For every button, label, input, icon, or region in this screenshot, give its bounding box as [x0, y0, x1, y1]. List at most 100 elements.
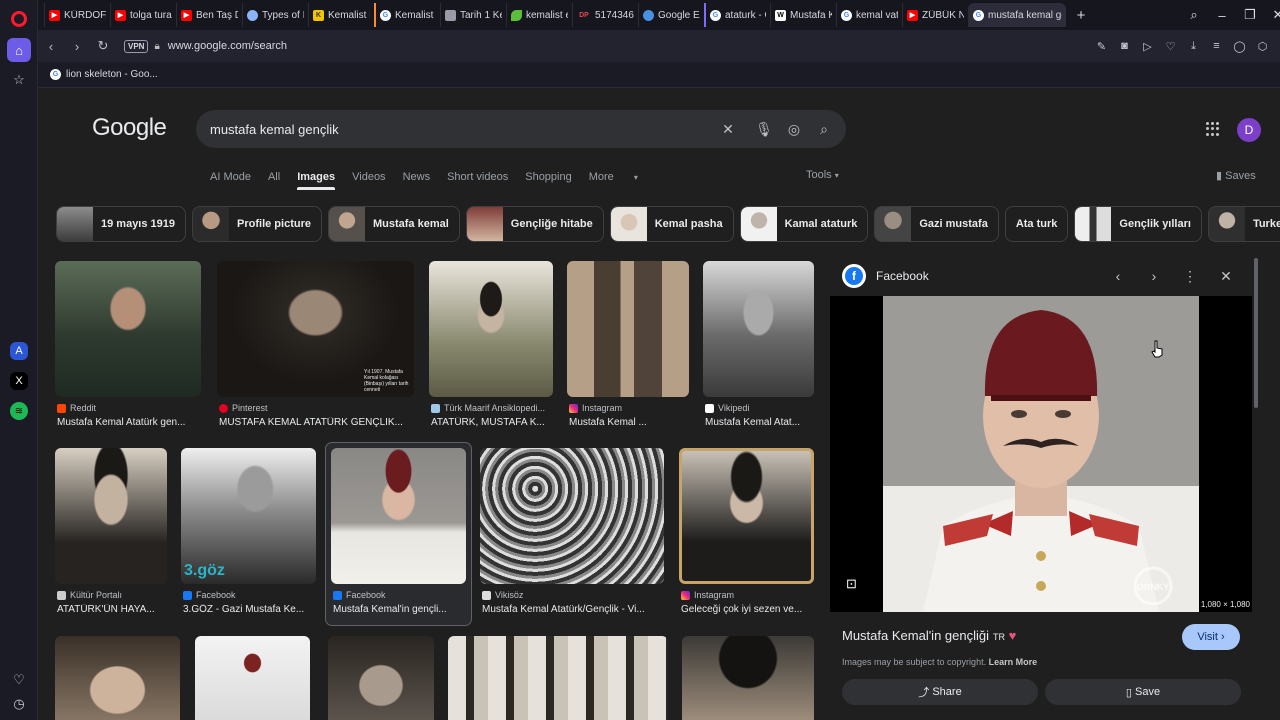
chip[interactable]: Kamal ataturk	[739, 206, 869, 242]
new-tab-icon[interactable]: +	[1070, 4, 1092, 26]
reload-icon[interactable]: ↻	[90, 33, 116, 59]
lock-icon[interactable]: 🔒︎	[154, 41, 159, 52]
image-result[interactable]	[55, 636, 180, 720]
browser-tab[interactable]: ▶KÜRDOFAŞ	[44, 3, 110, 27]
image-result[interactable]: Instagram Mustafa Kemal ...	[567, 261, 689, 433]
profile-icon[interactable]: ◯	[1228, 40, 1251, 53]
chip[interactable]: Turkey	[1207, 206, 1280, 242]
chip[interactable]: Gençliğe hitabe	[465, 206, 604, 242]
browser-tab-active[interactable]: Gmustafa kemal genç	[968, 3, 1066, 27]
minimize-icon[interactable]: –	[1208, 0, 1236, 30]
spotify-icon[interactable]: ≋	[10, 402, 28, 420]
tools-button[interactable]: Tools ▾	[806, 169, 839, 181]
chip[interactable]: Gazi mustafa	[874, 206, 999, 242]
maximize-icon[interactable]: ❐	[1236, 0, 1264, 30]
image-result[interactable]	[448, 636, 668, 720]
chip[interactable]: Mustafa kemal	[327, 206, 460, 242]
close-window-icon[interactable]: ✕	[1264, 0, 1280, 30]
back-icon[interactable]: ‹	[38, 33, 64, 59]
panel-title[interactable]: Mustafa Kemal'in gençliği TR ♥	[842, 628, 1016, 643]
browser-tab[interactable]: Google Ear	[638, 3, 704, 27]
edit-icon[interactable]: ✎	[1090, 40, 1113, 53]
send-icon[interactable]: ▷	[1136, 40, 1159, 53]
aria-icon[interactable]: A	[10, 342, 28, 360]
avatar[interactable]: D	[1237, 118, 1261, 142]
browser-tab[interactable]: Gataturk - G	[704, 3, 770, 27]
opera-logo-icon[interactable]	[11, 11, 27, 27]
saves-button[interactable]: ▮ Saves	[1216, 169, 1256, 182]
search-query[interactable]: mustafa kemal gençlik	[210, 122, 339, 137]
microphone-icon[interactable]: 🎙︎	[752, 110, 776, 148]
search-icon[interactable]: ⌕	[812, 110, 836, 148]
tab-ai-mode[interactable]: AI Mode	[210, 171, 251, 183]
browser-tab[interactable]: WMustafa Ke	[770, 3, 836, 27]
tab-videos[interactable]: Videos	[352, 171, 385, 183]
image-result[interactable]: Vikisöz Mustafa Kemal Atatürk/Gençlik - …	[480, 448, 664, 620]
menu-icon[interactable]: ≡	[1205, 40, 1228, 52]
browser-tab[interactable]: ▶Ben Taş De	[176, 3, 242, 27]
chip[interactable]: Profile picture	[192, 206, 322, 242]
image-result[interactable]: Instagram Geleceği çok iyi sezen ve...	[679, 448, 814, 620]
google-logo[interactable]: Google	[92, 114, 167, 142]
share-button[interactable]: ⤴ Share	[842, 679, 1038, 705]
learn-more-link[interactable]: Learn More	[989, 657, 1038, 667]
x-icon[interactable]: X	[10, 372, 28, 390]
tab-all[interactable]: All	[268, 171, 280, 183]
browser-tab[interactable]: GKemalist D	[374, 3, 440, 27]
image-result[interactable]: Yıl 1907. Mustafa Kemal kolağası (Binbaş…	[217, 261, 414, 433]
lens-icon[interactable]: ⊡	[846, 576, 864, 594]
vpn-badge[interactable]: VPN	[124, 39, 149, 53]
chip[interactable]: Kemal pasha	[609, 206, 734, 242]
tab-more[interactable]: More ▾	[589, 171, 655, 183]
browser-tab[interactable]: DP 5174346	[572, 3, 638, 27]
clear-icon[interactable]: ✕	[716, 110, 740, 148]
tab-short-videos[interactable]: Short videos	[447, 171, 508, 183]
browser-tab[interactable]: Types of In	[242, 3, 308, 27]
history-icon[interactable]: ◷	[7, 692, 31, 716]
close-icon[interactable]: ✕	[1216, 266, 1236, 286]
image-result[interactable]: Kültür Portalı ATATÜRK'ÜN HAYA...	[55, 448, 167, 620]
home-icon[interactable]: ⌂	[7, 38, 31, 62]
page-scrollbar[interactable]	[1254, 258, 1258, 408]
browser-tab[interactable]: ▶ZÜBÜK NE	[902, 3, 968, 27]
browser-tab[interactable]: kemalist e	[506, 3, 572, 27]
image-result[interactable]	[682, 636, 814, 720]
image-result[interactable]	[328, 636, 434, 720]
image-result[interactable]: Türk Maarif Ansiklopedi... ATATÜRK, MUST…	[429, 261, 553, 433]
save-button[interactable]: ▯ Save	[1045, 679, 1241, 705]
panel-source[interactable]: Facebook	[876, 269, 929, 283]
url-field[interactable]: www.google.com/search	[168, 40, 287, 52]
image-result[interactable]: 3.göz Facebook 3.GÖZ - Gazi Mustafa Ke..…	[181, 448, 316, 620]
image-result[interactable]	[195, 636, 310, 720]
image-result-selected[interactable]: Facebook Mustafa Kemal'in gençli...	[325, 442, 472, 626]
more-options-icon[interactable]: ⋮	[1180, 266, 1200, 286]
next-icon[interactable]: ›	[1144, 266, 1164, 286]
search-input[interactable]: mustafa kemal gençlik ✕ 🎙︎ ◎ ⌕	[196, 110, 846, 148]
chip[interactable]: 19 mayıs 1919	[56, 206, 187, 242]
tab-shopping[interactable]: Shopping	[525, 171, 572, 183]
download-icon[interactable]: ⤓	[1182, 40, 1205, 53]
apps-grid-icon[interactable]	[1206, 122, 1220, 136]
browser-tab[interactable]: Gkemal vata	[836, 3, 902, 27]
image-result[interactable]: Vikipedi Mustafa Kemal Atat...	[703, 261, 814, 433]
heart-icon[interactable]: ♡	[7, 668, 31, 692]
extension-icon[interactable]: ⬡	[1251, 40, 1274, 53]
bookmark-item[interactable]: lion skeleton - Goo...	[66, 69, 158, 80]
browser-tab[interactable]: KKemalist D	[308, 3, 374, 27]
browser-tab[interactable]: ▶tolga turan	[110, 3, 176, 27]
image-result[interactable]: Reddit Mustafa Kemal Atatürk gen...	[55, 261, 201, 433]
chip[interactable]: Gençlik yılları	[1074, 206, 1202, 242]
chip[interactable]: Ata turk	[1004, 206, 1069, 242]
youtube-icon: ▶	[115, 9, 126, 21]
tab-news[interactable]: News	[403, 171, 431, 183]
previous-icon[interactable]: ‹	[1108, 266, 1128, 286]
visit-button[interactable]: Visit ›	[1182, 624, 1240, 650]
search-tabs-icon[interactable]: ⌕	[1180, 0, 1208, 30]
star-icon[interactable]: ☆	[7, 68, 31, 92]
heart-icon[interactable]: ♡	[1159, 40, 1182, 53]
tab-images[interactable]: Images	[297, 171, 335, 190]
browser-tab[interactable]: Tarih 1 Kem	[440, 3, 506, 27]
lens-icon[interactable]: ◎	[782, 110, 806, 148]
forward-icon[interactable]: ›	[64, 33, 90, 59]
camera-icon[interactable]: ◙	[1113, 40, 1136, 52]
